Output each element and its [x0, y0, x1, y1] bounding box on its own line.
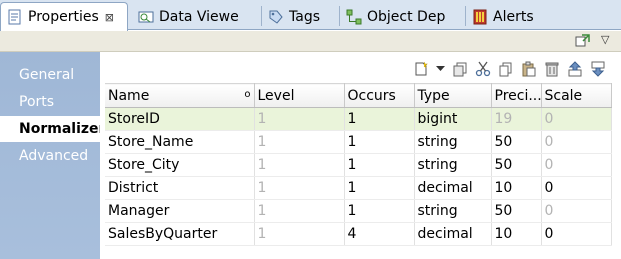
pin-view-icon[interactable]	[574, 34, 590, 48]
cell-type[interactable]: string	[414, 153, 492, 177]
copy-icon[interactable]	[497, 60, 515, 78]
cell-level: 1	[254, 199, 345, 223]
cell-name[interactable]: StoreID	[105, 107, 255, 131]
column-header-label: Occurs	[347, 87, 396, 104]
object-dependencies-icon	[346, 9, 362, 24]
close-icon[interactable]: ⊠	[105, 11, 114, 24]
cell-occurs[interactable]: 1	[344, 176, 415, 200]
cell-precision: 19	[491, 107, 542, 131]
cell-scale: 0	[541, 130, 612, 154]
cell-name[interactable]: SalesByQuarter	[105, 222, 255, 246]
dropdown-arrow-icon[interactable]	[435, 60, 445, 78]
tab-tags[interactable]: Tags	[262, 3, 338, 30]
view-menu-icon[interactable]: ▽	[601, 33, 609, 46]
table-row[interactable]: Store_Name 1 1 string 50 0	[105, 130, 612, 154]
tab-label: Tags	[289, 8, 320, 25]
column-header-label: Scale	[544, 87, 583, 104]
cell-occurs[interactable]: 1	[344, 107, 415, 131]
delete-icon[interactable]	[543, 60, 561, 78]
column-header-label: Type	[417, 87, 450, 104]
sort-indicator-icon: o	[244, 89, 251, 100]
table-row[interactable]: District 1 1 decimal 10 0	[105, 176, 612, 200]
tag-icon	[269, 10, 283, 24]
tab-label: Properties	[28, 9, 99, 25]
sidebar-item-ports[interactable]: Ports	[0, 89, 100, 115]
properties-icon	[8, 9, 21, 25]
cell-scale: 0	[541, 199, 612, 223]
column-header-scale[interactable]: Scale	[541, 83, 612, 108]
cell-scale: 0	[541, 153, 612, 177]
normalizer-table: Name o Level Occurs Type Preci... Scale S…	[105, 83, 612, 246]
table-row[interactable]: SalesByQuarter 1 4 decimal 10 0	[105, 222, 612, 246]
column-header-name[interactable]: Name o	[105, 83, 255, 108]
sidebar-item-advanced[interactable]: Advanced	[0, 143, 100, 169]
cell-precision[interactable]: 50	[491, 153, 542, 177]
sidebar-item-label: Normalizer	[19, 121, 106, 137]
cell-name[interactable]: Store_City	[105, 153, 255, 177]
cell-scale[interactable]: 0	[541, 222, 612, 246]
cell-type[interactable]: decimal	[414, 222, 492, 246]
cell-level: 1	[254, 130, 345, 154]
view-toolbar: ▽	[0, 31, 621, 52]
move-down-icon[interactable]	[589, 60, 607, 78]
sidebar-item-label: Advanced	[19, 148, 89, 164]
column-header-label: Name	[108, 87, 150, 104]
sidebar-item-general[interactable]: General	[0, 62, 100, 88]
cell-name[interactable]: District	[105, 176, 255, 200]
cell-precision[interactable]: 10	[491, 222, 542, 246]
column-header-type[interactable]: Type	[414, 83, 492, 108]
tab-object-dependencies[interactable]: Object Dep	[340, 3, 464, 30]
data-viewer-icon	[138, 11, 154, 22]
table-row[interactable]: Store_City 1 1 string 50 0	[105, 153, 612, 177]
cell-level: 1	[254, 107, 345, 131]
cell-level: 1	[254, 176, 345, 200]
paste-icon[interactable]	[520, 60, 538, 78]
cell-name[interactable]: Manager	[105, 199, 255, 223]
cut-icon[interactable]	[474, 60, 492, 78]
alerts-icon	[473, 9, 487, 24]
tab-label: Data Viewe	[159, 8, 239, 25]
cell-precision[interactable]: 50	[491, 130, 542, 154]
column-header-occurs[interactable]: Occurs	[344, 83, 415, 108]
sidebar-item-label: General	[19, 67, 75, 83]
cell-scale: 0	[541, 107, 612, 131]
tab-label: Object Dep	[367, 8, 446, 25]
table-header-row: Name o Level Occurs Type Preci... Scale	[105, 83, 612, 108]
sidebar-item-label: Ports	[19, 94, 55, 110]
cell-scale[interactable]: 0	[541, 176, 612, 200]
sidebar-item-normalizer[interactable]: Normalizer	[0, 116, 105, 142]
cell-occurs[interactable]: 1	[344, 153, 415, 177]
cell-occurs[interactable]: 1	[344, 199, 415, 223]
cell-type[interactable]: decimal	[414, 176, 492, 200]
table-row[interactable]: Manager 1 1 string 50 0	[105, 199, 612, 223]
tab-label: Alerts	[493, 8, 534, 25]
new-icon[interactable]	[412, 60, 430, 78]
column-header-level[interactable]: Level	[254, 83, 345, 108]
cell-occurs[interactable]: 4	[344, 222, 415, 246]
column-header-label: Level	[257, 87, 295, 104]
tab-alerts[interactable]: Alerts	[466, 3, 566, 30]
cell-type[interactable]: string	[414, 130, 492, 154]
view-tab-bar: Properties ⊠ Data Viewe Tags Object Dep …	[0, 0, 621, 31]
properties-sidebar: General Ports Normalizer Advanced	[0, 52, 105, 259]
tab-data-viewer[interactable]: Data Viewe	[132, 3, 260, 30]
cell-precision[interactable]: 10	[491, 176, 542, 200]
cell-level: 1	[254, 153, 345, 177]
column-header-precision[interactable]: Preci...	[491, 83, 542, 108]
normalizer-panel: Name o Level Occurs Type Preci... Scale S…	[100, 52, 621, 259]
table-toolbar	[412, 60, 612, 78]
move-up-icon[interactable]	[566, 60, 584, 78]
cell-precision[interactable]: 50	[491, 199, 542, 223]
table-row[interactable]: StoreID 1 1 bigint 19 0	[105, 107, 612, 131]
cell-type[interactable]: bigint	[414, 107, 492, 131]
cell-type[interactable]: string	[414, 199, 492, 223]
cell-level: 1	[254, 222, 345, 246]
cell-occurs[interactable]: 1	[344, 130, 415, 154]
cell-name[interactable]: Store_Name	[105, 130, 255, 154]
column-header-label: Preci...	[494, 87, 542, 104]
copy-icon[interactable]	[451, 60, 469, 78]
tab-properties[interactable]: Properties ⊠	[0, 2, 128, 31]
